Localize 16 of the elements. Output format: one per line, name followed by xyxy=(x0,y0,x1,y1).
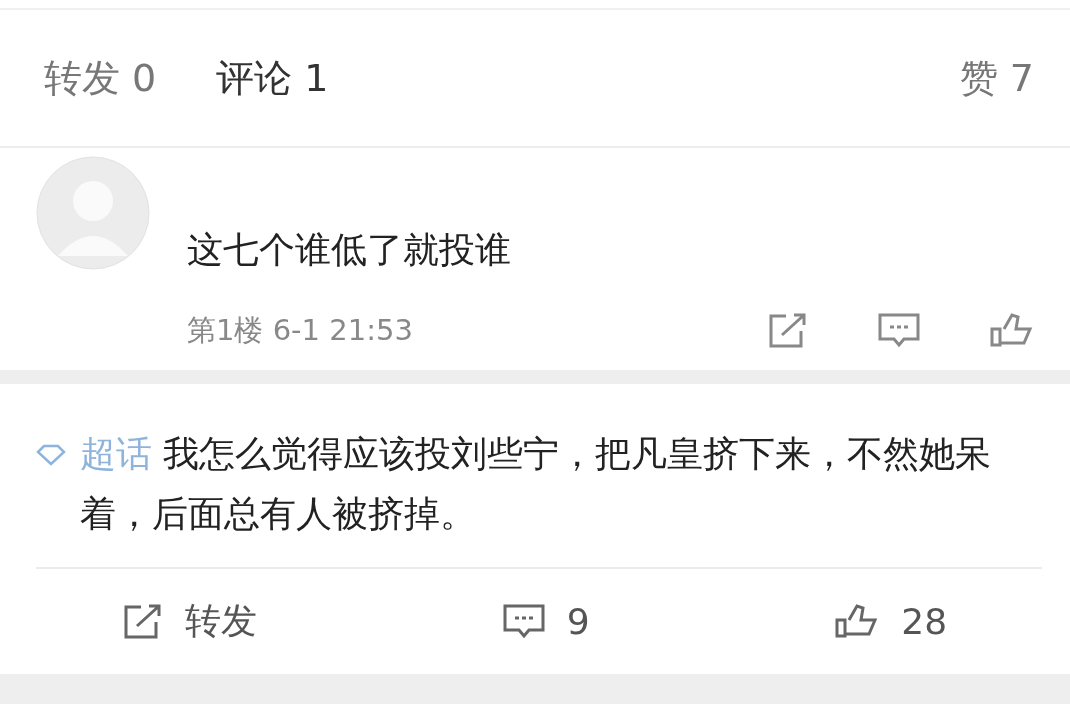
post-text: 超话 我怎么觉得应该投刘些宁，把凡皇挤下来，不然她呆着，后面总有人被挤掉。 xyxy=(80,432,993,536)
share-icon xyxy=(122,602,163,641)
share-icon[interactable] xyxy=(768,313,808,349)
comment-icon xyxy=(502,602,545,641)
comment-text: 这七个谁低了就投谁 xyxy=(187,228,512,272)
like-icon xyxy=(835,602,880,641)
tab[interactable]: 评论 1 xyxy=(216,52,329,104)
like-icon[interactable] xyxy=(990,313,1034,349)
action-button[interactable]: 28 xyxy=(829,600,954,643)
floor-timestamp: 第1楼 6-1 21:53 xyxy=(187,312,413,349)
action-button[interactable]: 转发 xyxy=(116,596,263,647)
tab[interactable]: 赞 7 xyxy=(959,52,1034,104)
diamond-icon xyxy=(36,444,66,466)
tab[interactable]: 转发 0 xyxy=(44,52,157,104)
action-button[interactable]: 9 xyxy=(496,600,596,643)
comment-icon[interactable] xyxy=(878,313,920,349)
